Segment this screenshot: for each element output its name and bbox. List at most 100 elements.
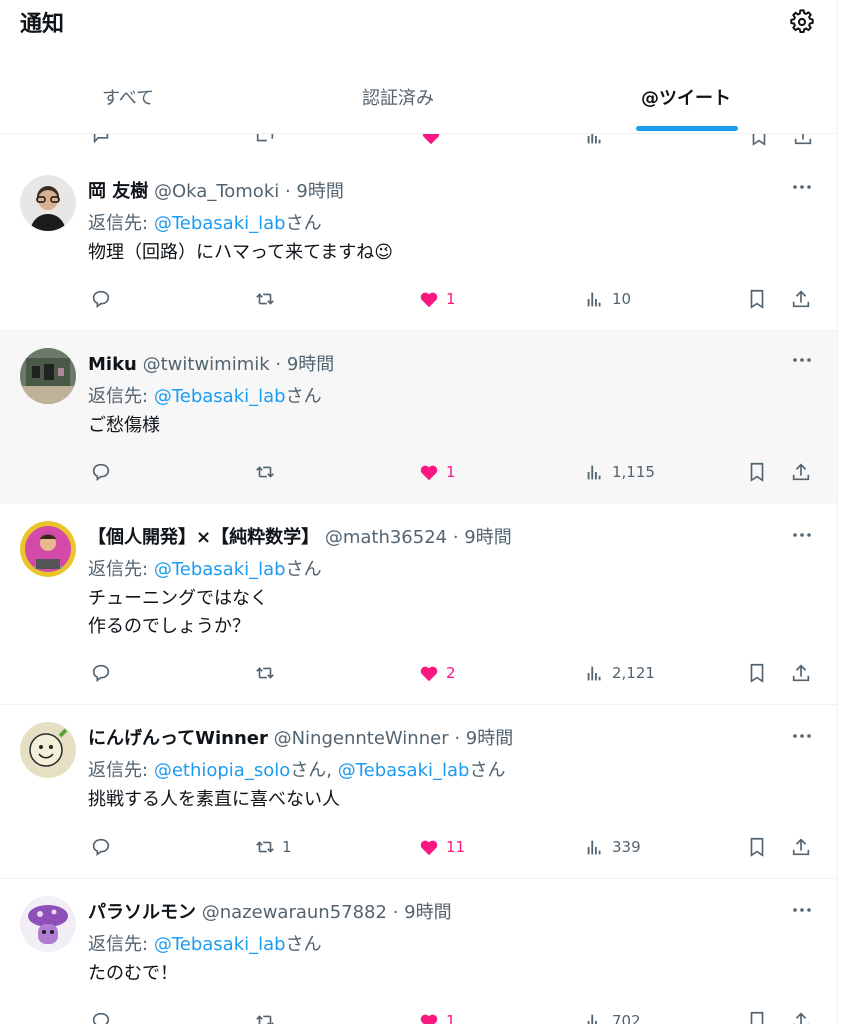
timestamp[interactable]: 9時間 <box>296 181 343 202</box>
more-icon[interactable] <box>790 348 814 372</box>
bookmark-button[interactable] <box>746 460 768 484</box>
share-button[interactable] <box>790 460 812 484</box>
reply-to-link[interactable]: @ethiopia_solo <box>154 760 290 781</box>
handle[interactable]: @Oka_Tomoki <box>154 181 279 202</box>
tweet-card[interactable]: にんげんってWinner @NingennteWinner · 9時間 返信先:… <box>0 705 837 879</box>
display-name[interactable]: 【個人開発】×【純粋数学】 <box>88 527 319 548</box>
views-button[interactable]: 2,121 <box>584 661 655 685</box>
reply-to-link[interactable]: @Tebasaki_lab <box>154 213 286 234</box>
reply-button[interactable] <box>90 661 118 685</box>
views-icon <box>587 1014 597 1024</box>
bookmark-icon <box>750 1011 764 1024</box>
tab-mentions[interactable]: @ツイート <box>598 72 774 132</box>
display-name[interactable]: 岡 友樹 <box>88 181 148 202</box>
tweet-card[interactable]: パラソルモン @nazewaraun57882 · 9時間 返信先: @Teba… <box>0 879 837 1024</box>
reply-to-link[interactable]: @Tebasaki_lab <box>154 386 286 407</box>
tweet-text: 挑戦する人を素直に喜べない人 <box>88 789 340 810</box>
avatar[interactable] <box>20 175 76 231</box>
tab-all[interactable]: すべて <box>40 72 216 132</box>
tweet-header: パラソルモン @nazewaraun57882 · 9時間 <box>88 902 452 923</box>
share-button[interactable] <box>790 835 812 859</box>
more-icon[interactable] <box>790 175 814 199</box>
timestamp[interactable]: 9時間 <box>464 527 511 548</box>
tweet-card[interactable]: 【個人開発】×【純粋数学】 @math36524 · 9時間 返信先: @Teb… <box>0 504 837 705</box>
views-button[interactable]: 702 <box>584 1009 641 1024</box>
share-button[interactable] <box>790 1009 812 1024</box>
views-button[interactable]: 10 <box>584 287 631 311</box>
tweet-card[interactable]: Miku @twitwimimik · 9時間 返信先: @Tebasaki_l… <box>0 331 837 504</box>
avatar[interactable] <box>20 722 76 778</box>
reply-icon <box>92 290 110 308</box>
handle[interactable]: @nazewaraun57882 <box>202 902 387 923</box>
bookmark-button[interactable] <box>746 1009 768 1024</box>
views-icon <box>587 666 601 681</box>
retweet-button[interactable] <box>254 661 282 685</box>
retweet-icon <box>256 841 274 853</box>
tab-bar: すべて 認証済み @ツイート <box>0 72 837 132</box>
reply-icon <box>92 664 110 682</box>
views-icon <box>587 840 601 855</box>
timestamp[interactable]: 9時間 <box>287 354 334 375</box>
timestamp[interactable]: 9時間 <box>466 728 513 749</box>
more-icon[interactable] <box>790 898 814 922</box>
like-button[interactable]: 11 <box>418 835 465 859</box>
reply-button[interactable] <box>90 835 118 859</box>
share-button[interactable] <box>790 661 812 685</box>
handle[interactable]: @NingennteWinner <box>274 728 449 749</box>
previous-tweet-actions <box>0 126 837 158</box>
retweet-button[interactable] <box>254 460 282 484</box>
display-name[interactable]: パラソルモン <box>88 902 196 923</box>
more-icon[interactable] <box>790 724 814 748</box>
reply-to-line: 返信先: @Tebasaki_labさん <box>88 934 322 955</box>
handle[interactable]: @twitwimimik <box>143 354 270 375</box>
reply-icon <box>92 838 110 856</box>
retweet-button[interactable] <box>254 1009 282 1024</box>
timestamp[interactable]: 9時間 <box>404 902 451 923</box>
heart-icon <box>420 292 438 308</box>
share-button[interactable] <box>790 287 812 311</box>
like-button[interactable]: 2 <box>418 661 456 685</box>
bookmark-icon <box>750 837 764 857</box>
handle[interactable]: @math36524 <box>325 527 447 548</box>
avatar[interactable] <box>20 521 76 577</box>
reply-button[interactable] <box>90 460 118 484</box>
heart-icon <box>420 465 438 481</box>
bookmark-icon <box>750 462 764 482</box>
tab-verified[interactable]: 認証済み <box>310 72 486 132</box>
reply-to-link[interactable]: @Tebasaki_lab <box>154 934 286 955</box>
tweet-text: 物理（回路）にハマって来てますね😉 <box>88 242 393 263</box>
display-name[interactable]: Miku <box>88 354 137 375</box>
avatar[interactable] <box>20 348 76 404</box>
reply-to-link[interactable]: @Tebasaki_lab <box>338 760 470 781</box>
reply-button[interactable] <box>90 1009 118 1024</box>
share-icon <box>792 463 810 481</box>
reply-to-link[interactable]: @Tebasaki_lab <box>154 559 286 580</box>
heart-icon <box>420 666 438 682</box>
tweet-text: チューニングではなく 作るのでしょうか？ <box>88 588 268 637</box>
reply-icon <box>92 463 110 481</box>
views-button[interactable]: 339 <box>584 835 641 859</box>
views-button[interactable]: 1,115 <box>584 460 655 484</box>
more-icon[interactable] <box>790 523 814 547</box>
reply-icon <box>92 1012 110 1024</box>
retweet-button[interactable]: 1 <box>254 835 292 859</box>
tweet-header: Miku @twitwimimik · 9時間 <box>88 354 335 375</box>
like-button[interactable]: 1 <box>418 1009 456 1024</box>
retweet-icon <box>256 466 274 478</box>
bookmark-button[interactable] <box>746 287 768 311</box>
heart-icon <box>420 840 438 856</box>
bookmark-button[interactable] <box>746 661 768 685</box>
retweet-icon <box>256 293 274 305</box>
settings-gear-icon[interactable] <box>788 8 816 36</box>
display-name[interactable]: にんげんってWinner <box>88 728 268 749</box>
avatar[interactable] <box>20 896 76 952</box>
views-icon <box>587 465 601 480</box>
retweet-button[interactable] <box>254 287 282 311</box>
retweet-icon <box>256 1015 274 1024</box>
like-button[interactable]: 1 <box>418 287 456 311</box>
reply-button[interactable] <box>90 287 118 311</box>
like-button[interactable]: 1 <box>418 460 456 484</box>
tweet-card[interactable]: 岡 友樹 @Oka_Tomoki · 9時間 返信先: @Tebasaki_la… <box>0 157 837 331</box>
bookmark-button[interactable] <box>746 835 768 859</box>
reply-to-line: 返信先: @ethiopia_soloさん, @Tebasaki_labさん <box>88 760 506 781</box>
